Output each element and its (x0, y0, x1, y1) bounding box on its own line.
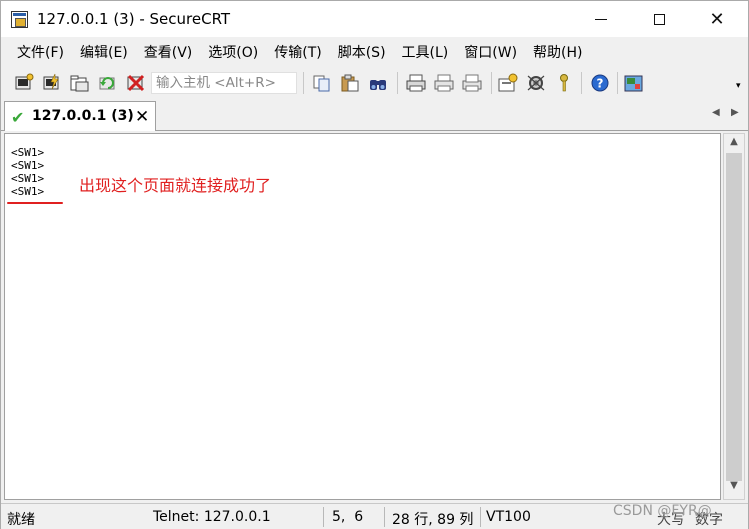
close-button[interactable]: ✕ (694, 1, 740, 37)
menu-edit[interactable]: 编辑(E) (72, 39, 136, 67)
csdn-watermark: CSDN @FYR@ (613, 503, 712, 519)
status-cursor-position: 5, 6 (332, 509, 364, 525)
menu-script[interactable]: 脚本(S) (330, 39, 394, 67)
print-selection-icon[interactable] (433, 73, 455, 93)
session-tab[interactable]: ✔ 127.0.0.1 (3) ✕ (4, 101, 156, 131)
status-terminal-size: 28 行, 89 列 (392, 512, 474, 528)
scroll-down-icon[interactable]: ▼ (724, 480, 744, 497)
status-separator (323, 507, 324, 527)
svg-text:?: ? (597, 77, 604, 91)
menu-file[interactable]: 文件(F) (9, 39, 72, 67)
keymap-icon[interactable] (553, 73, 575, 93)
maximize-icon (653, 13, 665, 25)
host-input[interactable]: 输入主机 <Alt+R> (151, 72, 297, 94)
global-options-icon[interactable] (525, 73, 547, 93)
toolbar-overflow-icon[interactable]: ▾ (736, 81, 746, 95)
menu-transfer[interactable]: 传输(T) (266, 39, 329, 67)
status-ready: 就绪 (7, 512, 35, 528)
copy-icon[interactable] (311, 73, 333, 93)
tab-label: 127.0.0.1 (3) (32, 108, 134, 124)
toolbar: 输入主机 <Alt+R> ? ▾ (1, 67, 748, 99)
quick-connect-icon[interactable] (41, 73, 63, 93)
securecrt-window: 127.0.0.1 (3) - SecureCRT ✕ 文件(F) 编辑(E) … (0, 0, 749, 529)
close-icon: ✕ (709, 8, 725, 30)
menu-help[interactable]: 帮助(H) (525, 39, 590, 67)
print-screen-icon[interactable] (461, 73, 483, 93)
tab-close-icon[interactable]: ✕ (135, 107, 149, 127)
print-icon[interactable] (405, 73, 427, 93)
toolbar-separator (581, 72, 582, 94)
terminal-output: <SW1> <SW1> <SW1> <SW1> (11, 146, 44, 198)
annotation-text: 出现这个页面就连接成功了 (79, 176, 272, 195)
menu-window[interactable]: 窗口(W) (456, 39, 525, 67)
title-bar[interactable]: 127.0.0.1 (3) - SecureCRT ✕ (1, 1, 748, 37)
scroll-up-icon[interactable]: ▲ (724, 136, 744, 153)
menu-options[interactable]: 选项(O) (200, 39, 266, 67)
menu-view[interactable]: 查看(V) (136, 39, 201, 67)
maximize-button[interactable] (636, 1, 682, 37)
toolbar-separator (617, 72, 618, 94)
status-emulation: VT100 (486, 509, 531, 525)
minimize-button[interactable] (578, 1, 624, 37)
securecrt-app-icon (11, 11, 28, 28)
menu-tools[interactable]: 工具(L) (394, 39, 457, 67)
toolbar-separator (491, 72, 492, 94)
status-separator (480, 507, 481, 527)
connected-check-icon: ✔ (11, 108, 25, 127)
terminal-line: <SW1> (11, 172, 45, 185)
scroll-thumb[interactable] (726, 153, 742, 481)
status-separator (384, 507, 385, 527)
menu-bar: 文件(F) 编辑(E) 查看(V) 选项(O) 传输(T) 脚本(S) 工具(L… (1, 39, 748, 67)
connect-in-tab-icon[interactable] (69, 73, 91, 93)
toolbar-separator (397, 72, 398, 94)
terminal-line: <SW1> (11, 146, 45, 159)
annotation-underline (7, 202, 63, 204)
help-icon[interactable]: ? (589, 73, 611, 93)
tab-scroll-left-icon[interactable]: ◀ (712, 107, 720, 118)
terminal-line: <SW1> (11, 159, 45, 172)
minimize-icon (595, 18, 607, 20)
session-options-icon[interactable] (497, 73, 519, 93)
terminal-line: <SW1> (11, 185, 45, 198)
find-icon[interactable] (367, 73, 389, 93)
terminal-area[interactable]: <SW1> <SW1> <SW1> <SW1> 出现这个页面就连接成功了 (4, 133, 721, 500)
paste-icon[interactable] (339, 73, 361, 93)
toolbar-separator (303, 72, 304, 94)
vertical-scrollbar[interactable]: ▲ ▼ (723, 133, 745, 500)
tab-scroll-right-icon[interactable]: ▶ (731, 107, 739, 118)
tab-strip: ✔ 127.0.0.1 (3) ✕ ◀ ▶ (1, 99, 748, 131)
window-title: 127.0.0.1 (3) - SecureCRT (37, 10, 231, 28)
reconnect-icon[interactable] (97, 73, 119, 93)
status-connection: Telnet: 127.0.0.1 (153, 509, 271, 525)
connect-icon[interactable] (13, 73, 35, 93)
disconnect-icon[interactable] (125, 73, 147, 93)
sftp-icon[interactable] (623, 73, 645, 93)
